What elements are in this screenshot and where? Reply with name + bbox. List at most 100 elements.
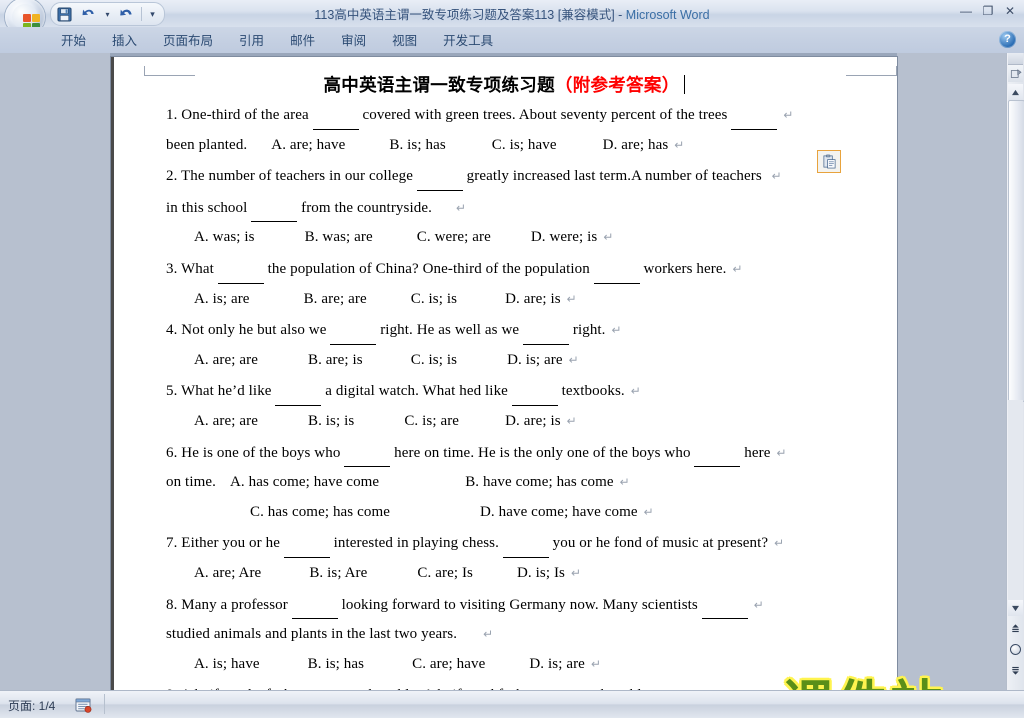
document-text: here <box>740 444 771 461</box>
previous-page-icon[interactable] <box>1008 618 1023 638</box>
answer-blank <box>731 99 778 130</box>
document-line: A. was; is B. was; are C. were; are D. w… <box>166 223 866 253</box>
scrollbar-thumb[interactable] <box>1008 100 1024 402</box>
document-text: from the countryside. <box>297 199 432 216</box>
document-page[interactable]: 高中英语主谓一致专项练习题（附参考答案） 1. One-third of the… <box>111 57 897 690</box>
answer-blank <box>502 527 549 558</box>
paragraph-mark: ↵ <box>732 261 743 276</box>
ribbon-tab-strip: 开始 插入 页面布局 引用 邮件 审阅 视图 开发工具 ? <box>0 27 1024 54</box>
paragraph-mark: ↵ <box>566 413 577 428</box>
minimize-button[interactable]: — <box>956 2 976 19</box>
paragraph-mark: ↵ <box>774 536 785 551</box>
document-text: B. is; is <box>307 412 355 429</box>
document-text: D. are; is <box>505 290 561 307</box>
document-text: D. is; are <box>529 655 585 672</box>
document-text: D. is; Is <box>517 564 565 581</box>
paragraph-mark: ↵ <box>455 200 467 215</box>
document-text: A. has come; have come <box>229 474 380 491</box>
document-text: you or he fond of music at present? <box>548 535 769 552</box>
tab-mailings[interactable]: 邮件 <box>277 27 328 53</box>
document-line: A. is; have B. is; has C. are; have D. i… <box>166 650 866 680</box>
answer-blank <box>312 99 359 130</box>
document-line: in this school from the countryside. ↵ <box>166 192 866 224</box>
document-text: right. <box>569 322 606 339</box>
document-line: 9. A knife and a fork on the table. A kn… <box>166 679 866 690</box>
document-text: workers here. <box>639 260 727 277</box>
document-line: been planted. A. are; have B. is; has C.… <box>166 131 866 161</box>
document-text: D. are; has <box>602 136 669 153</box>
paragraph-mark: ↵ <box>568 352 579 367</box>
scroll-down-button[interactable] <box>1008 600 1023 616</box>
document-text: A. was; is <box>194 229 255 246</box>
document-text: 4. Not only he but also we <box>166 322 331 339</box>
document-text: been planted. <box>166 136 248 153</box>
tab-references[interactable]: 引用 <box>226 27 277 53</box>
answer-blank <box>694 437 741 468</box>
restore-button[interactable]: ❐ <box>978 2 998 19</box>
document-text: in this school <box>166 199 252 216</box>
document-text: B. are; is <box>307 351 363 368</box>
answer-blank <box>283 527 330 558</box>
document-text: greatly increased last term.A number of … <box>462 168 766 185</box>
scrollbar-track[interactable] <box>1008 400 1023 600</box>
status-bar: 页面: 1/4 <box>0 690 1024 718</box>
document-text: here on time. He is the only one of the … <box>390 444 695 461</box>
document-body[interactable]: 高中英语主谓一致专项练习题（附参考答案） 1. One-third of the… <box>111 57 897 690</box>
paste-options-icon[interactable] <box>817 150 841 173</box>
split-handle[interactable] <box>1008 53 1023 65</box>
document-text: A. is; have <box>194 655 260 672</box>
tab-page-layout[interactable]: 页面布局 <box>150 27 226 53</box>
answer-blank <box>291 589 338 620</box>
document-text: D. is; are <box>507 351 563 368</box>
scroll-up-button[interactable] <box>1008 84 1023 100</box>
tab-review[interactable]: 审阅 <box>328 27 379 53</box>
window-title: 113高中英语主谓一致专项练习题及答案113 [兼容模式] - Microsof… <box>0 4 1024 23</box>
tab-view[interactable]: 视图 <box>379 27 430 53</box>
text-caret <box>683 75 685 94</box>
answer-blank <box>416 160 463 191</box>
help-icon[interactable]: ? <box>999 31 1016 48</box>
spelling-check-icon[interactable] <box>72 695 94 714</box>
paragraph-mark: ↵ <box>674 137 685 152</box>
document-line: 1. One-third of the area covered with gr… <box>166 99 866 131</box>
tab-insert[interactable]: 插入 <box>99 27 150 53</box>
document-text: C. is; is <box>410 290 458 307</box>
document-text: A. are; are <box>194 351 258 368</box>
status-separator <box>104 694 105 714</box>
document-text: B. is; has <box>307 655 365 672</box>
select-browse-object-icon[interactable] <box>1008 639 1023 659</box>
document-line: 3. What the population of China? One-thi… <box>166 253 866 285</box>
document-lines: 1. One-third of the area covered with gr… <box>166 99 866 690</box>
document-text: C. were; are <box>416 229 491 246</box>
next-page-icon[interactable] <box>1008 660 1023 680</box>
answer-blank <box>523 314 569 345</box>
document-text: C. are; have <box>412 655 486 672</box>
paragraph-mark: ↵ <box>753 597 764 612</box>
document-text: 3. What <box>166 260 218 277</box>
status-page-indicator[interactable]: 页面: 1/4 <box>8 697 55 714</box>
paragraph-mark: ↵ <box>590 656 602 671</box>
document-text: interested in playing chess. <box>329 535 503 552</box>
close-button[interactable]: ✕ <box>1000 2 1020 19</box>
tab-home[interactable]: 开始 <box>48 27 99 53</box>
answer-blank <box>251 192 298 223</box>
select-browse-object-top-icon[interactable] <box>1008 65 1023 82</box>
answer-blank <box>511 375 558 406</box>
document-line: A. are; are B. is; is C. is; are D. are;… <box>166 407 866 437</box>
tab-developer[interactable]: 开发工具 <box>430 27 506 53</box>
vertical-scrollbar[interactable] <box>1006 53 1024 690</box>
